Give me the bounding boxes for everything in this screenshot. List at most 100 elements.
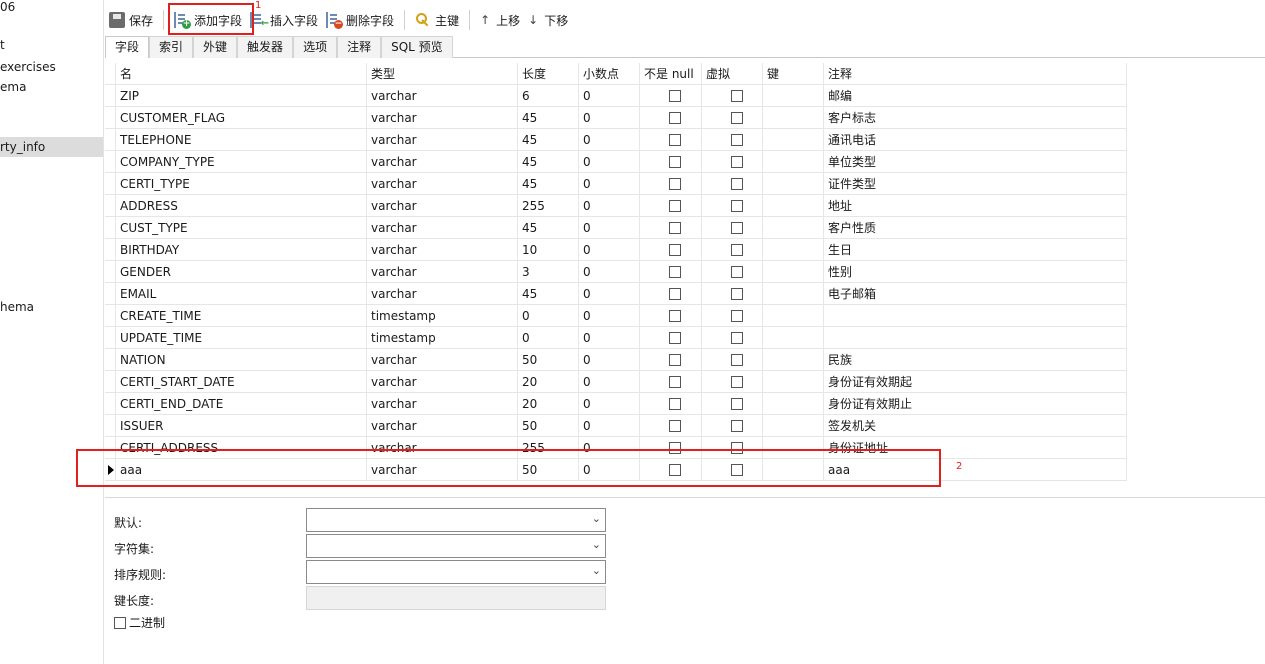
tab-comment[interactable]: 注释 <box>337 36 382 58</box>
field-length-cell[interactable]: 45 <box>518 173 579 195</box>
field-type-cell[interactable]: varchar <box>367 261 518 283</box>
not-null-checkbox[interactable] <box>669 89 681 102</box>
not-null-checkbox[interactable] <box>669 155 681 168</box>
table-row[interactable]: NATION varchar 50 0 民族 <box>105 349 1127 371</box>
table-row-current[interactable]: aaa varchar 50 0 aaa <box>105 459 1127 481</box>
field-decimals-cell[interactable]: 0 <box>579 393 640 415</box>
tab-options[interactable]: 选项 <box>293 36 338 58</box>
not-null-checkbox[interactable] <box>669 441 681 454</box>
virtual-checkbox[interactable] <box>731 111 743 124</box>
tree-item-selected-table[interactable]: rty_info <box>0 137 103 157</box>
column-header-length[interactable]: 长度 <box>518 63 579 85</box>
field-comment-cell[interactable] <box>824 305 1127 327</box>
field-name-cell[interactable]: CERTI_TYPE <box>116 173 367 195</box>
field-type-cell[interactable]: varchar <box>367 195 518 217</box>
field-type-cell[interactable]: varchar <box>367 437 518 459</box>
column-header-type[interactable]: 类型 <box>367 63 518 85</box>
field-type-cell[interactable]: timestamp <box>367 305 518 327</box>
field-key-cell[interactable] <box>763 107 824 129</box>
field-name-cell[interactable]: NATION <box>116 349 367 371</box>
tree-item[interactable]: 06 <box>0 0 103 17</box>
field-length-cell[interactable]: 50 <box>518 349 579 371</box>
not-null-checkbox[interactable] <box>669 331 681 344</box>
field-key-cell[interactable] <box>763 283 824 305</box>
field-key-cell[interactable] <box>763 195 824 217</box>
default-select[interactable]: ⌄ <box>306 508 606 532</box>
field-key-cell[interactable] <box>763 349 824 371</box>
field-type-cell[interactable]: varchar <box>367 239 518 261</box>
field-decimals-cell[interactable]: 0 <box>579 327 640 349</box>
field-length-cell[interactable]: 45 <box>518 129 579 151</box>
field-comment-cell[interactable]: 签发机关 <box>824 415 1127 437</box>
tree-item[interactable]: hema <box>0 297 103 317</box>
field-length-cell[interactable]: 45 <box>518 283 579 305</box>
table-row[interactable]: GENDER varchar 3 0 性别 <box>105 261 1127 283</box>
field-type-cell[interactable]: varchar <box>367 129 518 151</box>
field-type-cell[interactable]: varchar <box>367 371 518 393</box>
binary-checkbox[interactable]: 二进制 <box>114 614 165 631</box>
not-null-checkbox[interactable] <box>669 375 681 388</box>
field-type-cell[interactable]: varchar <box>367 217 518 239</box>
table-row[interactable]: CERTI_ADDRESS varchar 255 0 身份证地址 <box>105 437 1127 459</box>
virtual-checkbox[interactable] <box>731 463 743 476</box>
move-down-button[interactable]: ↓ 下移 <box>524 7 572 33</box>
table-row[interactable]: TELEPHONE varchar 45 0 通讯电话 <box>105 129 1127 151</box>
column-header-key[interactable]: 键 <box>763 63 824 85</box>
field-decimals-cell[interactable]: 0 <box>579 415 640 437</box>
field-comment-cell[interactable]: aaa <box>824 459 1127 481</box>
virtual-checkbox[interactable] <box>731 221 743 234</box>
delete-field-button[interactable]: 删除字段 <box>322 7 398 33</box>
field-type-cell[interactable]: varchar <box>367 151 518 173</box>
field-length-cell[interactable]: 20 <box>518 393 579 415</box>
save-button[interactable]: 保存 <box>105 7 157 33</box>
field-length-cell[interactable]: 50 <box>518 459 579 481</box>
field-decimals-cell[interactable]: 0 <box>579 349 640 371</box>
field-type-cell[interactable]: varchar <box>367 283 518 305</box>
field-name-cell[interactable]: CERTI_START_DATE <box>116 371 367 393</box>
field-decimals-cell[interactable]: 0 <box>579 305 640 327</box>
not-null-checkbox[interactable] <box>669 353 681 366</box>
tab-triggers[interactable]: 触发器 <box>237 36 294 58</box>
primary-key-button[interactable]: 主键 <box>411 7 463 33</box>
field-comment-cell[interactable] <box>824 327 1127 349</box>
table-row[interactable]: ADDRESS varchar 255 0 地址 <box>105 195 1127 217</box>
field-name-cell[interactable]: UPDATE_TIME <box>116 327 367 349</box>
virtual-checkbox[interactable] <box>731 353 743 366</box>
field-decimals-cell[interactable]: 0 <box>579 151 640 173</box>
field-name-cell[interactable]: CERTI_ADDRESS <box>116 437 367 459</box>
field-decimals-cell[interactable]: 0 <box>579 195 640 217</box>
field-comment-cell[interactable]: 民族 <box>824 349 1127 371</box>
field-comment-cell[interactable]: 客户标志 <box>824 107 1127 129</box>
tab-indexes[interactable]: 索引 <box>149 36 194 58</box>
field-length-cell[interactable]: 20 <box>518 371 579 393</box>
field-comment-cell[interactable]: 证件类型 <box>824 173 1127 195</box>
not-null-checkbox[interactable] <box>669 309 681 322</box>
field-length-cell[interactable]: 6 <box>518 85 579 107</box>
virtual-checkbox[interactable] <box>731 287 743 300</box>
field-name-cell[interactable]: CUSTOMER_FLAG <box>116 107 367 129</box>
field-name-cell[interactable]: GENDER <box>116 261 367 283</box>
field-comment-cell[interactable]: 单位类型 <box>824 151 1127 173</box>
field-comment-cell[interactable]: 电子邮箱 <box>824 283 1127 305</box>
field-comment-cell[interactable]: 身份证有效期起 <box>824 371 1127 393</box>
field-length-cell[interactable]: 10 <box>518 239 579 261</box>
field-length-cell[interactable]: 0 <box>518 327 579 349</box>
field-decimals-cell[interactable]: 0 <box>579 239 640 261</box>
table-row[interactable]: CERTI_START_DATE varchar 20 0 身份证有效期起 <box>105 371 1127 393</box>
field-length-cell[interactable]: 45 <box>518 217 579 239</box>
field-name-cell[interactable]: TELEPHONE <box>116 129 367 151</box>
field-decimals-cell[interactable]: 0 <box>579 129 640 151</box>
field-name-cell[interactable]: EMAIL <box>116 283 367 305</box>
not-null-checkbox[interactable] <box>669 111 681 124</box>
column-header-name[interactable]: 名 <box>116 63 367 85</box>
table-row[interactable]: CREATE_TIME timestamp 0 0 <box>105 305 1127 327</box>
field-key-cell[interactable] <box>763 371 824 393</box>
not-null-checkbox[interactable] <box>669 221 681 234</box>
field-decimals-cell[interactable]: 0 <box>579 459 640 481</box>
field-length-cell[interactable]: 45 <box>518 107 579 129</box>
not-null-checkbox[interactable] <box>669 265 681 278</box>
table-row[interactable]: CERTI_TYPE varchar 45 0 证件类型 <box>105 173 1127 195</box>
not-null-checkbox[interactable] <box>669 463 681 476</box>
field-decimals-cell[interactable]: 0 <box>579 261 640 283</box>
field-key-cell[interactable] <box>763 173 824 195</box>
